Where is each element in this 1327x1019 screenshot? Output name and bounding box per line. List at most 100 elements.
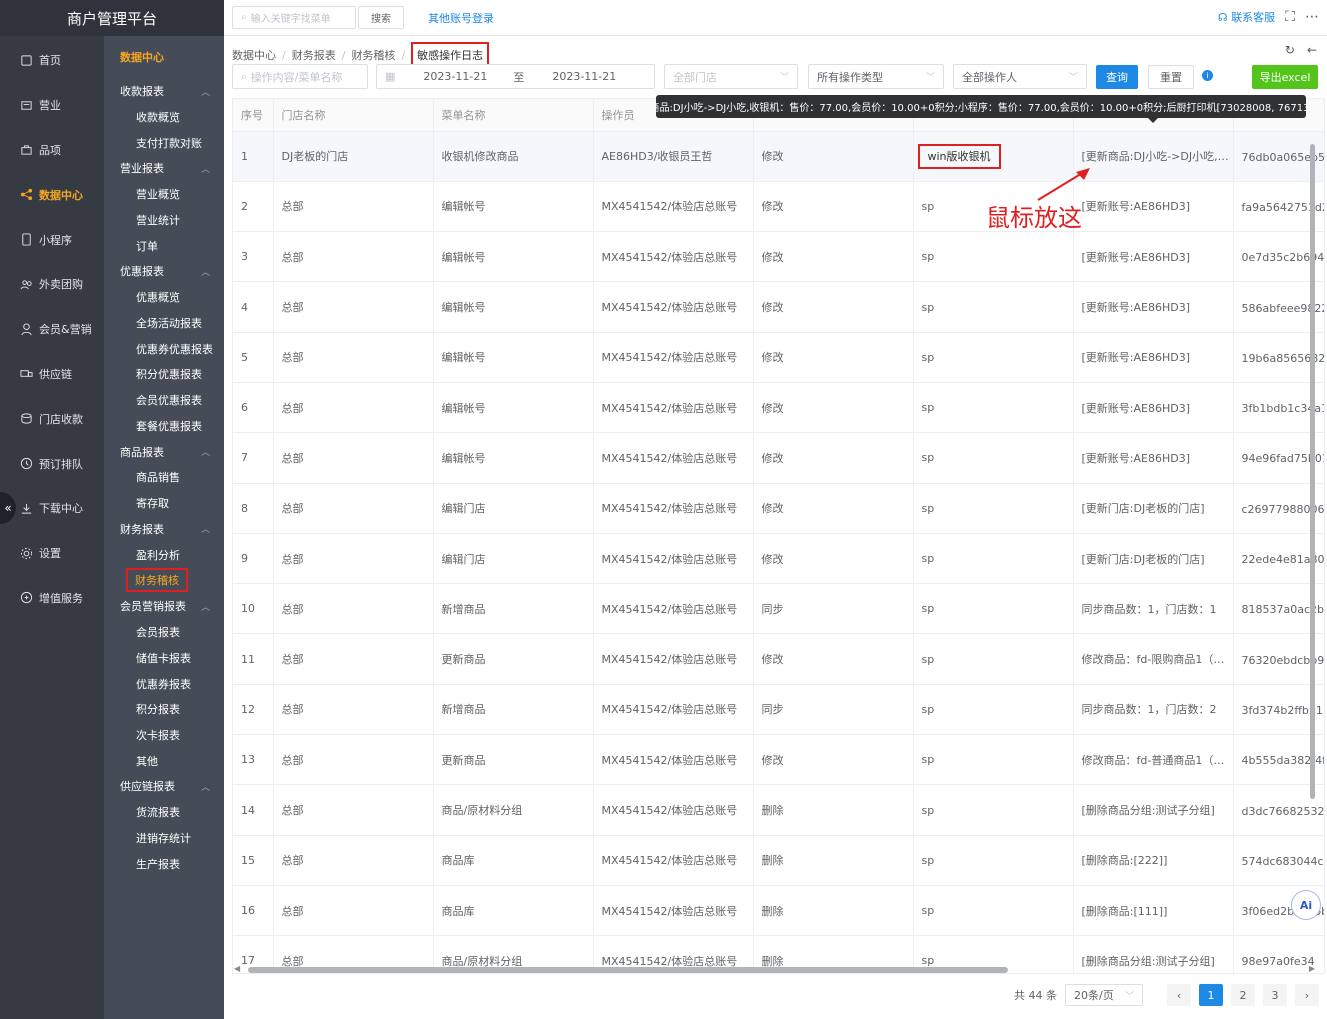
refresh-icon[interactable]: ↻ <box>1285 43 1295 57</box>
table-row[interactable]: 15 总部 商品库 MX4541542/体验店总账号 删除 sp [删除商品:[222]] 5… <box>233 835 1324 886</box>
submenu-item[interactable]: 货流报表 <box>104 799 224 825</box>
table-row[interactable]: 7 总部 编辑帐号 MX4541542/体验店总账号 修改 sp [更新账号:AE86HD3… <box>233 432 1324 484</box>
nav-item[interactable]: 数据中心 <box>0 172 104 217</box>
table-cell[interactable]: [更新账号:AE86HD3] <box>1073 382 1234 434</box>
nav-item[interactable]: 首页 <box>0 38 104 83</box>
table-row[interactable]: 10 总部 新增商品 MX4541542/体验店总账号 同步 sp 同步商品数：1，门店数：… <box>233 583 1324 635</box>
submenu-item[interactable]: 寄存取 <box>104 490 224 516</box>
submenu-item[interactable]: 营业统计 <box>104 207 224 233</box>
table-row[interactable]: 16 总部 商品库 MX4541542/体验店总账号 删除 sp [删除商品:[111]] 3… <box>233 885 1324 937</box>
table-row[interactable]: 13 总部 更新商品 MX4541542/体验店总账号 修改 sp 修改商品：fd-普通商品… <box>233 734 1324 786</box>
submenu-item[interactable]: 会员优惠报表 <box>104 387 224 413</box>
table-cell[interactable]: [更新门店:DJ老板的门店] <box>1073 533 1234 585</box>
submenu-group[interactable]: 优惠报表 ︿ <box>104 258 224 284</box>
table-cell[interactable]: [删除商品分组:测试子分组] <box>1073 784 1234 836</box>
table-cell[interactable]: 同步商品数：1，门店数：1 <box>1073 583 1234 635</box>
table-cell[interactable]: [更新商品:DJ小吃->DJ小吃,收银机:售价:77.00,会员价:10.00+… <box>1073 131 1234 182</box>
scroll-thumb[interactable] <box>248 967 1008 973</box>
table-cell[interactable]: [更新账号:AE86HD3] <box>1073 231 1234 283</box>
op-type-select[interactable]: 所有操作类型 ﹀ <box>808 64 944 89</box>
submenu-item[interactable]: 套餐优惠报表 <box>104 413 224 439</box>
submenu-item[interactable]: 营业概览 <box>104 181 224 207</box>
back-icon[interactable]: ← <box>1307 43 1317 57</box>
submenu-item[interactable]: 优惠券报表 <box>104 671 224 697</box>
breadcrumb-item[interactable]: 财务稽核 <box>351 47 395 63</box>
other-account-login-link[interactable]: 其他账号登录 <box>428 10 494 26</box>
scroll-thumb[interactable] <box>1310 144 1315 799</box>
table-row[interactable]: 6 总部 编辑帐号 MX4541542/体验店总账号 修改 sp [更新账号:AE86HD3… <box>233 382 1324 434</box>
breadcrumb-item[interactable]: 数据中心 <box>232 47 276 63</box>
submenu-item[interactable]: 储值卡报表 <box>104 645 224 671</box>
date-range-picker[interactable]: ▦ 2023-11-21 至 2023-11-21 <box>376 64 655 89</box>
submenu-item[interactable]: 积分报表 <box>104 696 224 722</box>
vertical-scrollbar[interactable] <box>1309 140 1317 960</box>
horizontal-scrollbar[interactable]: ◀ ▶ <box>232 964 1317 974</box>
next-page-button[interactable]: › <box>1295 984 1319 1006</box>
table-cell[interactable]: 同步商品数：1，门店数：2 <box>1073 684 1234 736</box>
submenu-item[interactable]: 进销存统计 <box>104 825 224 851</box>
table-row[interactable]: 14 总部 商品/原材料分组 MX4541542/体验店总账号 删除 sp [删除商品分组:… <box>233 784 1324 836</box>
table-row[interactable]: 9 总部 编辑门店 MX4541542/体验店总账号 修改 sp [更新门店:DJ老板的门店… <box>233 533 1324 585</box>
submenu-item[interactable]: 订单 <box>104 233 224 259</box>
submenu-item[interactable]: 优惠概览 <box>104 284 224 310</box>
submenu-item[interactable]: 积分优惠报表 <box>104 362 224 388</box>
table-cell[interactable]: [更新账号:AE86HD3] <box>1073 281 1234 333</box>
submenu-item[interactable]: 生产报表 <box>104 851 224 877</box>
submenu-group[interactable]: 营业报表 ︿ <box>104 155 224 181</box>
nav-item[interactable]: 门店收款 <box>0 396 104 441</box>
export-excel-button[interactable]: 导出excel <box>1252 65 1318 89</box>
submenu-group[interactable]: 财务报表 ︿ <box>104 516 224 542</box>
page-button[interactable]: 1 <box>1199 984 1223 1006</box>
table-cell[interactable]: [更新账号:AE86HD3] <box>1073 432 1234 484</box>
table-row[interactable]: 3 总部 编辑帐号 MX4541542/体验店总账号 修改 sp [更新账号:AE86HD3… <box>233 231 1324 283</box>
table-cell[interactable]: [更新账号:AE86HD3] <box>1073 332 1234 383</box>
nav-item[interactable]: 品项 <box>0 128 104 173</box>
nav-item[interactable]: 增值服务 <box>0 576 104 621</box>
info-icon[interactable]: i <box>1202 70 1213 81</box>
menu-search-button[interactable]: 搜索 <box>358 6 404 29</box>
submenu-item[interactable]: 其他 <box>104 748 224 774</box>
nav-item[interactable]: 营业 <box>0 83 104 128</box>
table-row[interactable]: 2 总部 编辑帐号 MX4541542/体验店总账号 修改 sp [更新账号:AE86HD3… <box>233 181 1324 233</box>
table-cell[interactable]: 修改商品：fd-普通商品1（普通） <box>1073 734 1234 786</box>
submenu-item[interactable]: 优惠券优惠报表 <box>104 336 224 362</box>
more-icon[interactable]: ⋯ <box>1305 9 1319 25</box>
table-row[interactable]: 1 DJ老板的门店 收银机修改商品 AE86HD3/收银员王哲 修改 win版收银机 [更新… <box>233 131 1324 182</box>
menu-search-input[interactable]: ⌕ 输入关键字找菜单 <box>232 6 356 29</box>
nav-item[interactable]: 会员&营销 <box>0 307 104 352</box>
table-row[interactable]: 5 总部 编辑帐号 MX4541542/体验店总账号 修改 sp [更新账号:AE86HD3… <box>233 332 1324 383</box>
submenu-item[interactable]: 财务稽核 <box>104 568 224 594</box>
submenu-item[interactable]: 次卡报表 <box>104 722 224 748</box>
nav-item[interactable]: 预订排队 <box>0 441 104 486</box>
query-button[interactable]: 查询 <box>1096 65 1138 89</box>
contact-support-link[interactable]: ☊ 联系客服 <box>1218 9 1275 25</box>
submenu-group[interactable]: 供应链报表 ︿ <box>104 773 224 799</box>
page-button[interactable]: 3 <box>1263 984 1287 1006</box>
submenu-group[interactable]: 收款报表 ︿ <box>104 78 224 104</box>
nav-item[interactable]: 小程序 <box>0 217 104 262</box>
table-cell[interactable]: [更新门店:DJ老板的门店] <box>1073 483 1234 534</box>
table-row[interactable]: 4 总部 编辑帐号 MX4541542/体验店总账号 修改 sp [更新账号:AE86HD3… <box>233 281 1324 333</box>
prev-page-button[interactable]: ‹ <box>1167 984 1191 1006</box>
table-cell[interactable]: [更新账号:AE86HD3] <box>1073 181 1234 233</box>
fullscreen-icon[interactable]: ⛶ <box>1285 9 1295 25</box>
reset-button[interactable]: 重置 <box>1148 65 1194 89</box>
table-cell[interactable]: [删除商品:[111]] <box>1073 885 1234 937</box>
operator-select[interactable]: 全部操作人 ﹀ <box>953 64 1087 89</box>
store-select[interactable]: 全部门店 ﹀ <box>664 64 798 89</box>
submenu-item[interactable]: 支付打款对账 <box>104 130 224 156</box>
nav-item[interactable]: 外卖团购 <box>0 262 104 307</box>
scroll-right-icon[interactable]: ▶ <box>1309 964 1315 973</box>
nav-item[interactable]: 供应链 <box>0 352 104 397</box>
nav-item[interactable]: 设置 <box>0 531 104 576</box>
table-row[interactable]: 12 总部 新增商品 MX4541542/体验店总账号 同步 sp 同步商品数：1，门店数：… <box>233 684 1324 736</box>
submenu-group[interactable]: 会员营销报表 ︿ <box>104 593 224 619</box>
page-button[interactable]: 2 <box>1231 984 1255 1006</box>
page-size-select[interactable]: 20条/页 ﹀ <box>1065 984 1143 1006</box>
submenu-item[interactable]: 全场活动报表 <box>104 310 224 336</box>
submenu-item[interactable]: 收款概览 <box>104 104 224 130</box>
ai-assistant-button[interactable]: Ai <box>1291 890 1321 920</box>
table-cell[interactable]: 修改商品：fd-限购商品1（普通） <box>1073 633 1234 685</box>
breadcrumb-item[interactable]: 财务报表 <box>292 47 336 63</box>
submenu-item[interactable]: 会员报表 <box>104 619 224 645</box>
